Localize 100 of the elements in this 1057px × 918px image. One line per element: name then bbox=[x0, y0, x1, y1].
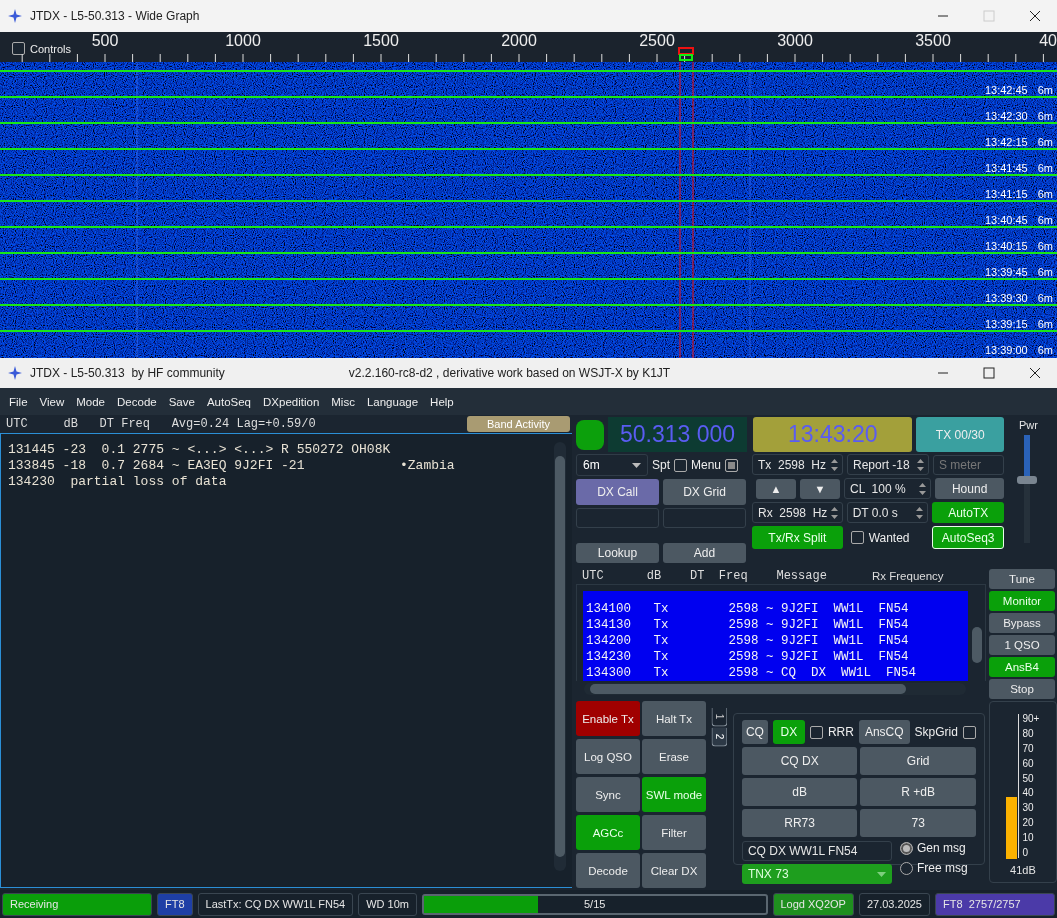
checkbox[interactable] bbox=[809, 725, 823, 739]
country-note: •Zambia bbox=[400, 458, 456, 474]
radio-label: Gen msg bbox=[916, 841, 966, 855]
checkbox-label: Menu bbox=[691, 458, 722, 472]
spin-arrows-icon bbox=[916, 456, 925, 473]
spin-box[interactable]: Report -18 bbox=[847, 454, 929, 475]
maximize-icon[interactable] bbox=[983, 367, 995, 379]
spin-box[interactable]: Tx 2598 Hz bbox=[752, 454, 843, 475]
menu-item[interactable]: Help bbox=[430, 395, 454, 408]
message-row-text: 134200 Tx 2598 ~ 9J2FI WW1L FN54 bbox=[586, 633, 910, 649]
checkbox[interactable] bbox=[725, 458, 739, 472]
toggle-button[interactable]: Bypass bbox=[989, 613, 1055, 633]
timestamp: 13:40:45 bbox=[984, 214, 1028, 226]
arrow-button[interactable]: ▼ bbox=[800, 478, 840, 499]
scrollbar[interactable] bbox=[554, 442, 566, 871]
mode-button[interactable]: DX bbox=[772, 720, 805, 744]
spin-box[interactable]: CL 100 % bbox=[844, 478, 932, 499]
frequency-marker-icon bbox=[678, 47, 694, 61]
toggle-button[interactable]: 1 QSO bbox=[989, 635, 1055, 655]
column-header: UTC dB DT Freq Avg=0.24 Lag=+0.59/0 bbox=[6, 417, 316, 431]
menu-item[interactable]: File bbox=[9, 395, 28, 408]
scale-label: 2500 bbox=[638, 32, 676, 50]
checkbox[interactable] bbox=[962, 725, 976, 739]
action-button[interactable]: Halt Tx bbox=[642, 701, 706, 736]
scale-label: 2000 bbox=[500, 32, 538, 50]
menu-item[interactable]: AutoSeq bbox=[206, 395, 251, 408]
menu-item[interactable]: Language bbox=[366, 395, 419, 408]
power-slider[interactable] bbox=[1016, 435, 1037, 543]
arrow-button[interactable]: ▲ bbox=[756, 478, 796, 499]
status-field: WD 10m bbox=[358, 892, 417, 916]
sparkle-icon bbox=[8, 9, 22, 23]
caret-icon bbox=[632, 462, 641, 468]
meter-scale-label: 80 bbox=[1021, 728, 1035, 739]
message-button[interactable]: Grid bbox=[860, 747, 976, 775]
mode-button[interactable]: CQ bbox=[741, 720, 768, 744]
menu-item[interactable]: DXpedition bbox=[263, 395, 320, 408]
message-button[interactable]: RR73 bbox=[741, 809, 858, 837]
message-row-text: 134130 Tx 2598 ~ 9J2FI WW1L FN54 bbox=[586, 617, 910, 633]
input-field[interactable] bbox=[576, 508, 659, 528]
menu-item[interactable]: View bbox=[39, 395, 65, 408]
checkbox[interactable] bbox=[12, 42, 25, 55]
scale-label: 3000 bbox=[776, 32, 814, 50]
dx-button[interactable]: DX Grid bbox=[663, 479, 746, 505]
status-field: FT8 2757/2757 bbox=[935, 892, 1055, 916]
s-meter-field[interactable]: S meter bbox=[933, 454, 1004, 475]
menu-item[interactable]: Misc bbox=[331, 395, 355, 408]
anscq-button[interactable]: AnsCQ bbox=[858, 720, 910, 744]
decode-line: 131445 -23 0.1 2775 ~ <...> <...> R 550272 OH08K bbox=[8, 442, 392, 458]
spin-box[interactable]: Rx 2598 Hz bbox=[752, 502, 843, 523]
lookup-button[interactable]: Lookup bbox=[576, 543, 659, 563]
message-field[interactable]: CQ DX WW1L FN54 bbox=[741, 841, 892, 861]
status-field: Logd XQ2OP bbox=[772, 892, 854, 916]
window-title: JTDX - L5-50.313 by HF community bbox=[30, 366, 225, 380]
horizontal-scrollbar[interactable] bbox=[584, 683, 966, 695]
band-label: 6m bbox=[1037, 84, 1053, 96]
dx-button[interactable]: DX Call bbox=[576, 479, 659, 505]
tab[interactable]: 2 bbox=[711, 727, 728, 747]
meter-scale-label: 20 bbox=[1021, 818, 1035, 829]
scale-label: 1500 bbox=[362, 32, 400, 50]
toggle-button[interactable]: AutoSeq3 bbox=[932, 526, 1004, 549]
message-button[interactable]: dB bbox=[741, 778, 858, 806]
checkbox[interactable] bbox=[674, 458, 687, 472]
message-button[interactable]: CQ DX bbox=[741, 747, 858, 775]
toggle-button[interactable]: Hound bbox=[935, 478, 1004, 499]
action-button[interactable]: Erase bbox=[642, 739, 706, 774]
toggle-button[interactable]: AutoTX bbox=[932, 502, 1004, 523]
toggle-button[interactable]: Monitor bbox=[989, 591, 1055, 611]
close-icon[interactable] bbox=[1029, 367, 1041, 379]
version-text: v2.2.160-rc8-d2 , derivative work based on WSJT-X by K1JT bbox=[348, 366, 671, 380]
close-icon[interactable] bbox=[1029, 10, 1041, 22]
radio-label: Free msg bbox=[916, 861, 968, 875]
checkbox[interactable] bbox=[850, 531, 864, 544]
action-button[interactable]: Enable Tx bbox=[576, 701, 640, 736]
menu-item[interactable]: Mode bbox=[76, 395, 106, 408]
action-button[interactable]: Clear DX bbox=[642, 853, 706, 888]
action-button[interactable]: AGCc bbox=[576, 815, 640, 850]
meter-scale-label: 30 bbox=[1021, 803, 1035, 814]
action-button[interactable]: Log QSO bbox=[576, 739, 640, 774]
band-dropdown[interactable]: 6m bbox=[576, 454, 648, 476]
toggle-button[interactable]: AnsB4 bbox=[989, 657, 1055, 677]
menu-item[interactable]: Decode bbox=[117, 395, 157, 408]
action-button[interactable]: SWL mode bbox=[642, 777, 706, 812]
message-button[interactable]: R +dB bbox=[860, 778, 976, 806]
menu-item[interactable]: Save bbox=[168, 395, 195, 408]
message-button[interactable]: 73 bbox=[860, 809, 976, 837]
toggle-button[interactable]: Tune bbox=[989, 569, 1055, 589]
action-button[interactable]: Sync bbox=[576, 777, 640, 812]
radio-button[interactable] bbox=[899, 841, 913, 855]
meter-scale-label: 50 bbox=[1021, 773, 1035, 784]
action-button[interactable]: Filter bbox=[642, 815, 706, 850]
spin-box[interactable]: DT 0.0 s bbox=[846, 502, 929, 523]
toggle-button[interactable]: Tx/Rx Split bbox=[752, 526, 843, 549]
action-button[interactable]: Decode bbox=[576, 853, 640, 888]
toggle-button[interactable]: Stop bbox=[989, 679, 1055, 699]
input-field[interactable] bbox=[663, 508, 746, 528]
timestamp: 13:39:00 bbox=[984, 344, 1028, 356]
radio-button[interactable] bbox=[899, 861, 913, 875]
lookup-button[interactable]: Add bbox=[663, 543, 746, 563]
checkbox-label: Controls bbox=[30, 42, 71, 55]
column-header: UTC dB DT Freq Message bbox=[582, 569, 828, 583]
